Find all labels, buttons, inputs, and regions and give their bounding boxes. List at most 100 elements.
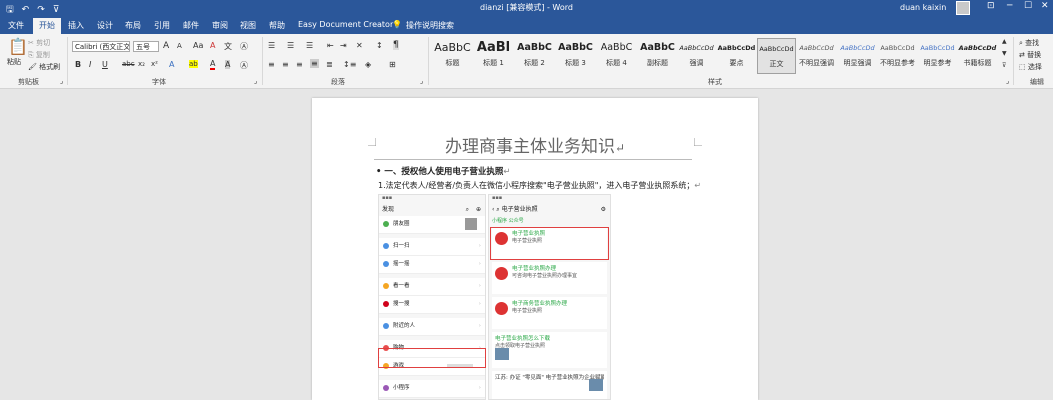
clear-formatting-icon[interactable]: A — [210, 41, 215, 50]
phone-search-bar: ‹ ⌕ 电子营业执照 ⚙ — [492, 206, 606, 213]
style-heading-4[interactable]: AaBbC 标题 4 — [597, 38, 636, 74]
style-strong[interactable]: AaBbCcDd 要点 — [717, 38, 756, 74]
lightbulb-icon: 💡 — [392, 20, 402, 29]
style-subtitle[interactable]: AaBbC 副标题 — [638, 38, 677, 74]
justify-icon[interactable]: ≡ — [310, 59, 319, 68]
list-item: 电子营业执照办理 可咨询电子营业执照办理事宜 — [492, 262, 607, 294]
text-effects-icon[interactable]: A — [169, 60, 174, 69]
phone-status-bar: ▪▪▪ — [492, 195, 503, 201]
tab-layout[interactable]: 布局 — [125, 20, 141, 31]
highlight-color-button[interactable]: ab — [189, 60, 198, 68]
ribbon-tabs: 文件 开始 插入 设计 布局 引用 邮件 审阅 视图 帮助 Easy Docum… — [0, 16, 1053, 34]
tab-home[interactable]: 开始 — [33, 18, 61, 34]
styles-scroll-up-icon[interactable]: ▲ — [1002, 38, 1007, 45]
paste-button[interactable]: 粘贴 — [7, 57, 21, 67]
window-title: dianzi [兼容模式] - Word — [479, 3, 573, 12]
superscript-button[interactable]: x² — [151, 60, 158, 68]
styles-more-icon[interactable]: ⊽ — [1002, 62, 1006, 69]
enclose-characters-icon[interactable]: Ⓐ — [240, 41, 248, 52]
multilevel-list-icon[interactable]: ☰ — [306, 41, 313, 50]
align-left-icon[interactable]: ≡ — [268, 60, 275, 69]
phone-header: 发现 ⌕ ⊕ — [379, 204, 485, 216]
list-item: 江苏: 办证 "零见面" 电子营业执照为企业赋能 — [492, 371, 607, 399]
change-case-icon[interactable]: Aa — [193, 41, 203, 50]
character-border-icon[interactable]: Ⓐ — [240, 60, 248, 71]
select-button[interactable]: ⬚ 选择 — [1019, 62, 1042, 72]
styles-scroll-down-icon[interactable]: ▼ — [1002, 50, 1007, 57]
tab-mailings[interactable]: 邮件 — [183, 20, 199, 31]
styles-launcher-icon[interactable]: ⌟ — [1006, 77, 1009, 85]
close-icon[interactable]: ✕ — [1041, 1, 1049, 11]
shading-icon[interactable]: ◈ — [365, 60, 371, 69]
find-button[interactable]: ⌕ 查找 — [1019, 38, 1039, 48]
character-shading-icon[interactable]: A — [225, 60, 231, 69]
style-heading-1[interactable]: AaBl 标题 1 — [474, 38, 513, 74]
style-heading-3[interactable]: AaBbC 标题 3 — [556, 38, 595, 74]
line-spacing-icon[interactable]: ↕≡ — [343, 60, 356, 69]
copy-button[interactable]: ⎘ 复制 — [28, 50, 50, 60]
list-item: 扫一扫 › — [379, 238, 485, 256]
style-intense-reference[interactable]: AaBbCcDd 明显参考 — [918, 38, 957, 74]
document-page[interactable]: 办理商事主体业务知识↵ • 一、授权他人使用电子营业执照↵ 1.法定代表人/经营… — [312, 98, 758, 400]
avatar[interactable] — [956, 1, 970, 15]
bold-button[interactable]: B — [75, 60, 81, 69]
borders-icon[interactable]: ⊞ — [389, 60, 396, 69]
tab-insert[interactable]: 插入 — [68, 20, 84, 31]
minimize-icon[interactable]: ─ — [1007, 1, 1012, 11]
user-name[interactable]: duan kaixin — [900, 3, 946, 12]
list-item: 朋友圈 — [379, 216, 485, 234]
heading-1[interactable]: • 一、授权他人使用电子营业执照↵ — [376, 165, 511, 177]
replace-button[interactable]: ⇄ 替换 — [1019, 50, 1041, 60]
title-underline — [374, 159, 692, 160]
underline-button[interactable]: U — [102, 60, 108, 69]
cut-button[interactable]: ✂ 剪切 — [28, 38, 50, 48]
grow-font-icon[interactable]: A — [163, 41, 169, 51]
align-center-icon[interactable]: ≡ — [282, 60, 289, 69]
shrink-font-icon[interactable]: A — [177, 42, 182, 50]
sort-icon[interactable]: ↕ — [376, 41, 383, 50]
style-subtle-emphasis[interactable]: AaBbCcDd 不明显强调 — [797, 38, 836, 74]
style-title[interactable]: AaBbC 标题 — [433, 38, 472, 74]
maximize-icon[interactable]: ☐ — [1024, 1, 1032, 11]
paragraph-1[interactable]: 1.法定代表人/经营者/负责人在微信小程序搜索"电子营业执照"，进入电子营业执照… — [378, 180, 701, 191]
align-right-icon[interactable]: ≡ — [296, 60, 303, 69]
ribbon-display-options-icon[interactable]: ⊡ — [987, 1, 995, 11]
tab-view[interactable]: 视图 — [240, 20, 256, 31]
style-emphasis[interactable]: AaBbCcDd 强调 — [677, 38, 716, 74]
tab-easy-document-creator[interactable]: Easy Document Creator — [298, 20, 393, 29]
increase-indent-icon[interactable]: ⇥ — [340, 41, 347, 50]
font-size-combo[interactable]: 五号 — [133, 41, 159, 52]
decrease-indent-icon[interactable]: ⇤ — [327, 41, 334, 50]
italic-button[interactable]: I — [89, 60, 91, 69]
font-color-button[interactable]: A — [210, 60, 216, 70]
paragraph-launcher-icon[interactable]: ⌟ — [420, 77, 423, 85]
divider — [1013, 37, 1014, 85]
bullets-icon[interactable]: ☰ — [268, 41, 275, 50]
format-painter-button[interactable]: 🖌 格式刷 — [28, 62, 60, 72]
style-subtle-reference[interactable]: AaBbCcDd 不明显参考 — [878, 38, 917, 74]
tab-design[interactable]: 设计 — [97, 20, 113, 31]
clipboard-launcher-icon[interactable]: ⌟ — [60, 77, 63, 85]
tab-review[interactable]: 审阅 — [212, 20, 228, 31]
distributed-icon[interactable]: ≣ — [326, 60, 333, 69]
phone-screenshot-discover: ▪▪▪ 发现 ⌕ ⊕ 朋友圈 扫一扫 › 摇一摇 › 看一看 › 搜一搜 › 附近的人 ›… — [378, 194, 486, 400]
style-heading-2[interactable]: AaBbC 标题 2 — [515, 38, 554, 74]
paste-icon[interactable]: 📋 — [8, 37, 28, 56]
numbering-icon[interactable]: ☰ — [287, 41, 294, 50]
style-intense-emphasis[interactable]: AaBbCcDd 明显强调 — [838, 38, 877, 74]
font-name-combo[interactable]: Calibri (西文正文) — [72, 41, 130, 52]
tell-me-search[interactable]: 操作说明搜索 — [406, 20, 454, 31]
chinese-layout-icon[interactable]: ✕ — [356, 41, 363, 50]
show-marks-button[interactable]: ¶ — [393, 40, 399, 50]
tab-file[interactable]: 文件 — [8, 20, 24, 31]
phone-screenshot-search: ▪▪▪ ‹ ⌕ 电子营业执照 ⚙ 小程序 公众号 电子营业执照 电子营业执照 电子营… — [488, 194, 611, 400]
style-book-title[interactable]: AaBbCcDd 书籍标题 — [958, 38, 997, 74]
document-title[interactable]: 办理商事主体业务知识↵ — [312, 132, 758, 157]
tab-help[interactable]: 帮助 — [269, 20, 285, 31]
phonetic-guide-icon[interactable]: 文 — [224, 41, 232, 52]
font-launcher-icon[interactable]: ⌟ — [254, 77, 257, 85]
subscript-button[interactable]: x₂ — [138, 60, 145, 68]
strikethrough-button[interactable]: abc — [122, 60, 135, 68]
tab-references[interactable]: 引用 — [154, 20, 170, 31]
style-normal[interactable]: AaBbCcDd 正文 — [757, 38, 796, 74]
